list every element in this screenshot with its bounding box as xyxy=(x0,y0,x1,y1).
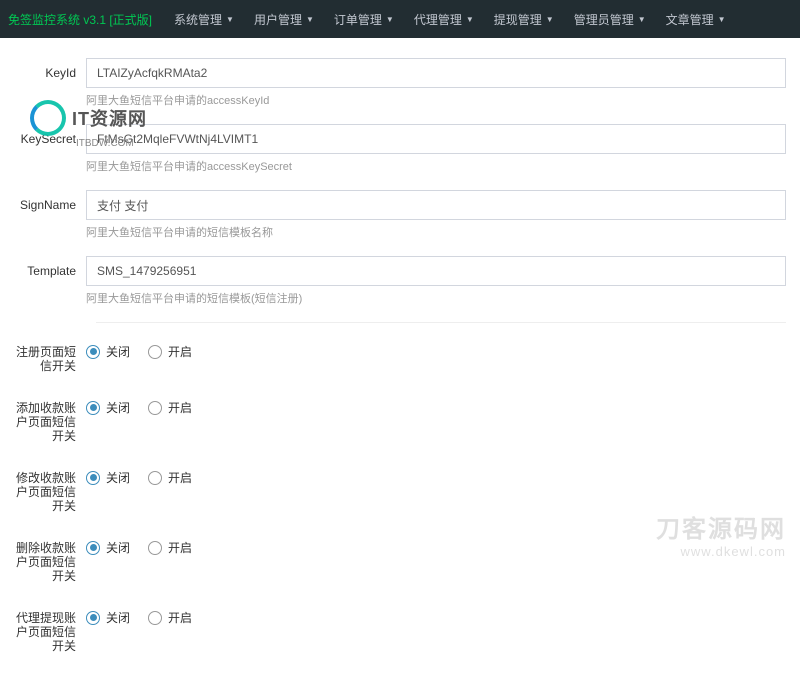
radio-on-label: 开启 xyxy=(168,469,192,486)
radio-group: 关闭 开启 xyxy=(86,533,786,556)
radio-on[interactable]: 开启 xyxy=(148,609,192,626)
switch-label: 注册页面短信开关 xyxy=(14,337,86,373)
radio-on-label: 开启 xyxy=(168,399,192,416)
radio-group: 关闭 开启 xyxy=(86,463,786,486)
radio-off[interactable]: 关闭 xyxy=(86,609,130,626)
help-template: 阿里大鱼短信平台申请的短信模板(短信注册) xyxy=(86,290,786,306)
nav-order[interactable]: 订单管理▼ xyxy=(324,11,404,28)
label-keyid: KeyId xyxy=(14,58,86,118)
switch-row: 删除收款账户页面短信开关 关闭 开启 xyxy=(14,533,786,583)
radio-icon xyxy=(148,541,162,555)
radio-off-label: 关闭 xyxy=(106,609,130,626)
nav-user[interactable]: 用户管理▼ xyxy=(244,11,324,28)
radio-group: 关闭 开启 xyxy=(86,393,786,416)
switch-row: 添加收款账户页面短信开关 关闭 开启 xyxy=(14,393,786,443)
radio-icon xyxy=(148,471,162,485)
radio-icon xyxy=(86,345,100,359)
radio-on-label: 开启 xyxy=(168,539,192,556)
caret-down-icon: ▼ xyxy=(638,15,646,24)
switch-label: 代理提现账户页面短信开关 xyxy=(14,603,86,653)
caret-down-icon: ▼ xyxy=(718,15,726,24)
radio-group: 关闭 开启 xyxy=(86,337,786,360)
input-keysecret[interactable] xyxy=(86,124,786,154)
nav-withdraw[interactable]: 提现管理▼ xyxy=(484,11,564,28)
radio-off-label: 关闭 xyxy=(106,469,130,486)
app-title: 免签监控系统 v3.1 [正式版] xyxy=(8,11,152,28)
radio-off-label: 关闭 xyxy=(106,399,130,416)
nav-article[interactable]: 文章管理▼ xyxy=(656,11,736,28)
radio-off[interactable]: 关闭 xyxy=(86,399,130,416)
watermark-sub: ITBDW.COM xyxy=(76,138,134,149)
row-template: Template 阿里大鱼短信平台申请的短信模板(短信注册) xyxy=(14,256,786,316)
radio-off[interactable]: 关闭 xyxy=(86,539,130,556)
radio-icon xyxy=(86,471,100,485)
switch-label: 删除收款账户页面短信开关 xyxy=(14,533,86,583)
radio-icon xyxy=(86,401,100,415)
caret-down-icon: ▼ xyxy=(546,15,554,24)
radio-on[interactable]: 开启 xyxy=(148,469,192,486)
input-keyid[interactable] xyxy=(86,58,786,88)
help-signname: 阿里大鱼短信平台申请的短信模板名称 xyxy=(86,224,786,240)
switch-row: 代理提现账户页面短信开关 关闭 开启 xyxy=(14,603,786,653)
radio-off[interactable]: 关闭 xyxy=(86,469,130,486)
radio-off-label: 关闭 xyxy=(106,343,130,360)
radio-off[interactable]: 关闭 xyxy=(86,343,130,360)
nav-agent[interactable]: 代理管理▼ xyxy=(404,11,484,28)
switch-label: 修改收款账户页面短信开关 xyxy=(14,463,86,513)
input-signname[interactable] xyxy=(86,190,786,220)
top-navbar: 免签监控系统 v3.1 [正式版] 系统管理▼ 用户管理▼ 订单管理▼ 代理管理… xyxy=(0,0,800,38)
help-keyid: 阿里大鱼短信平台申请的accessKeyId xyxy=(86,92,786,108)
label-keysecret: KeySecret xyxy=(14,124,86,184)
label-signname: SignName xyxy=(14,190,86,250)
switch-label: 添加收款账户页面短信开关 xyxy=(14,393,86,443)
row-keysecret: KeySecret 阿里大鱼短信平台申请的accessKeySecret xyxy=(14,124,786,184)
separator xyxy=(96,322,786,323)
radio-icon xyxy=(148,611,162,625)
nav-system[interactable]: 系统管理▼ xyxy=(164,11,244,28)
row-signname: SignName 阿里大鱼短信平台申请的短信模板名称 xyxy=(14,190,786,250)
radio-icon xyxy=(86,541,100,555)
caret-down-icon: ▼ xyxy=(466,15,474,24)
radio-on[interactable]: 开启 xyxy=(148,539,192,556)
radio-on-label: 开启 xyxy=(168,343,192,360)
switch-row: 修改收款账户页面短信开关 关闭 开启 xyxy=(14,463,786,513)
help-keysecret: 阿里大鱼短信平台申请的accessKeySecret xyxy=(86,158,786,174)
radio-off-label: 关闭 xyxy=(106,539,130,556)
row-keyid: KeyId 阿里大鱼短信平台申请的accessKeyId xyxy=(14,58,786,118)
radio-group: 关闭 开启 xyxy=(86,603,786,626)
radio-on-label: 开启 xyxy=(168,609,192,626)
settings-form: KeyId 阿里大鱼短信平台申请的accessKeyId KeySecret 阿… xyxy=(0,38,800,683)
caret-down-icon: ▼ xyxy=(306,15,314,24)
caret-down-icon: ▼ xyxy=(386,15,394,24)
input-template[interactable] xyxy=(86,256,786,286)
radio-icon xyxy=(148,345,162,359)
radio-icon xyxy=(148,401,162,415)
label-template: Template xyxy=(14,256,86,316)
nav-admin[interactable]: 管理员管理▼ xyxy=(564,11,656,28)
radio-on[interactable]: 开启 xyxy=(148,343,192,360)
radio-icon xyxy=(86,611,100,625)
switch-row: 注册页面短信开关 关闭 开启 xyxy=(14,337,786,373)
radio-on[interactable]: 开启 xyxy=(148,399,192,416)
caret-down-icon: ▼ xyxy=(226,15,234,24)
